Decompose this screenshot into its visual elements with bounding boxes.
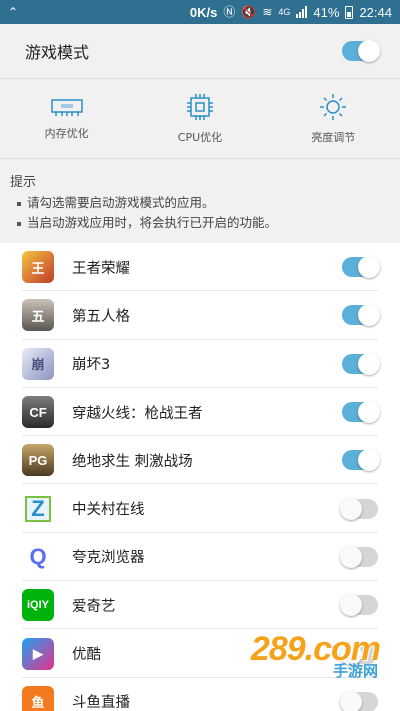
- pubg-app-icon: PG: [22, 444, 54, 477]
- app-name: 斗鱼直播: [72, 695, 130, 711]
- cpu-icon: [186, 93, 213, 120]
- app-name: 穿越火线：枪战王者: [72, 405, 203, 422]
- app-name: 优酷: [72, 647, 101, 664]
- tips-title: 提示: [10, 175, 37, 190]
- memory-optimize-button[interactable]: 内存优化: [0, 79, 133, 158]
- battery-percent: 41%: [313, 4, 340, 20]
- app-row-wzry[interactable]: 王 王者荣耀: [0, 243, 400, 292]
- game-mode-row[interactable]: 游戏模式: [0, 24, 400, 78]
- app-name: 王者荣耀: [72, 260, 130, 277]
- app-name: 夸克浏览器: [72, 550, 145, 567]
- game-mode-toggle[interactable]: [342, 40, 380, 62]
- signal-icon: [296, 6, 308, 18]
- cpu-optimize-button[interactable]: CPU优化: [133, 79, 266, 158]
- brightness-adjust-label: 亮度调节: [311, 130, 356, 144]
- app-toggle[interactable]: [342, 401, 380, 424]
- app-row-zol[interactable]: Z 中关村在线: [0, 484, 400, 534]
- app-name: 中关村在线: [72, 502, 145, 519]
- honkai3-app-icon: 崩: [22, 347, 54, 380]
- app-toggle[interactable]: [340, 594, 378, 617]
- wifi-icon: ≋: [262, 5, 273, 19]
- bullet-icon: [17, 201, 21, 206]
- identity-v-app-icon: 五: [22, 299, 54, 332]
- memory-icon: [50, 98, 83, 116]
- app-toggle[interactable]: [340, 497, 378, 520]
- app-toggle[interactable]: [340, 690, 378, 711]
- crossfire-app-icon: CF: [22, 396, 54, 429]
- cpu-optimize-label: CPU优化: [177, 130, 223, 144]
- zol-app-icon: Z: [22, 492, 54, 525]
- app-toggle[interactable]: [342, 304, 380, 327]
- app-name: 绝地求生 刺激战场: [72, 453, 193, 470]
- network-speed: 0K/s: [189, 4, 218, 20]
- app-row-honkai3[interactable]: 崩 崩坏3: [0, 340, 400, 389]
- clock: 22:44: [359, 4, 392, 20]
- nfc-icon: Ⓝ: [223, 5, 236, 19]
- tip-item: 请勾选需要启动游戏模式的应用。: [10, 193, 390, 213]
- bullet-icon: [17, 221, 21, 226]
- game-mode-title: 游戏模式: [25, 43, 90, 62]
- app-name: 第五人格: [72, 308, 130, 325]
- app-toggle[interactable]: [342, 256, 380, 279]
- status-bar: ⌃ 0K/s Ⓝ 🔇 ≋ 4G 41% 22:44: [0, 0, 400, 24]
- app-row-identity-v[interactable]: 五 第五人格: [0, 291, 400, 340]
- app-toggle[interactable]: [340, 545, 378, 568]
- app-row-quark[interactable]: Q 夸克浏览器: [0, 533, 400, 582]
- app-row-youku[interactable]: ▶ 优酷: [0, 629, 400, 678]
- brightness-adjust-button[interactable]: 亮度调节: [267, 79, 400, 158]
- mute-icon: 🔇: [241, 5, 257, 19]
- app-name: 崩坏3: [72, 357, 111, 374]
- app-toggle[interactable]: [342, 352, 380, 375]
- battery-icon: [345, 5, 354, 19]
- brightness-icon: [320, 93, 347, 120]
- douyu-app-icon: 鱼: [22, 685, 54, 711]
- tip-text: 当启动游戏应用时，将会执行已开启的功能。: [27, 215, 278, 230]
- iqiyi-app-icon: iQIY: [22, 589, 54, 622]
- wzry-app-icon: 王: [22, 251, 54, 284]
- app-toggle[interactable]: [340, 642, 378, 665]
- app-list: 王 王者荣耀 五 第五人格 崩 崩坏3 CF 穿越火线：枪战王者 PG 绝地求生…: [0, 243, 400, 711]
- app-row-pubg[interactable]: PG 绝地求生 刺激战场: [0, 436, 400, 485]
- youku-app-icon: ▶: [22, 637, 54, 670]
- memory-optimize-label: 内存优化: [44, 126, 89, 140]
- tips-section: 提示 请勾选需要启动游戏模式的应用。 当启动游戏应用时，将会执行已开启的功能。: [0, 159, 400, 243]
- tip-item: 当启动游戏应用时，将会执行已开启的功能。: [10, 213, 390, 233]
- quark-app-icon: Q: [22, 540, 54, 573]
- network-type: 4G: [278, 6, 291, 17]
- app-toggle[interactable]: [342, 449, 380, 472]
- tip-text: 请勾选需要启动游戏模式的应用。: [27, 195, 215, 210]
- app-name: 爱奇艺: [72, 598, 116, 615]
- notification-chevron-icon: ⌃: [8, 5, 19, 19]
- app-row-douyu[interactable]: 鱼 斗鱼直播: [0, 678, 400, 711]
- app-row-iqiyi[interactable]: iQIY 爱奇艺: [0, 581, 400, 630]
- optimizer-shortcuts: 内存优化 CPU优化 亮度调节: [0, 79, 400, 158]
- app-row-cf[interactable]: CF 穿越火线：枪战王者: [0, 388, 400, 437]
